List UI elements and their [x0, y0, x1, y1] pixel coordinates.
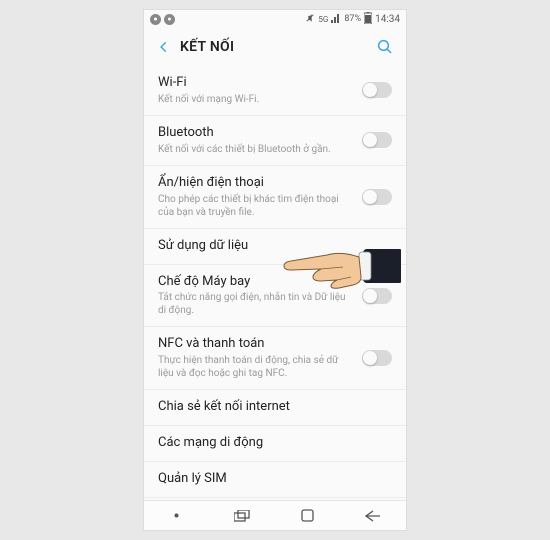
toggle-airplane-mode[interactable]: [362, 288, 392, 304]
data-icon: 5G: [318, 15, 328, 24]
search-button[interactable]: [374, 36, 396, 58]
row-subtitle: Tắt chức năng gọi điện, nhắn tin và Dữ l…: [158, 291, 356, 317]
nav-menu-button[interactable]: [157, 504, 197, 528]
row-wifi[interactable]: Wi-Fi Kết nối với mạng Wi-Fi.: [144, 66, 406, 116]
row-title: Ẩn/hiện điện thoại: [158, 175, 356, 192]
mute-icon: [305, 13, 315, 26]
signal-icon: [331, 13, 341, 26]
row-airplane-mode[interactable]: Chế độ Máy bay Tắt chức năng gọi điện, n…: [144, 265, 406, 328]
toggle-wifi[interactable]: [362, 82, 392, 98]
battery-text: 87%: [344, 14, 361, 24]
settings-list: Wi-Fi Kết nối với mạng Wi-Fi. Bluetooth …: [144, 66, 406, 500]
toggle-phone-visibility[interactable]: [362, 189, 392, 205]
notification-icon: ●: [150, 14, 161, 25]
row-nfc[interactable]: NFC và thanh toán Thực hiện thanh toán d…: [144, 327, 406, 390]
back-button[interactable]: [154, 37, 174, 57]
row-title: Chế độ Máy bay: [158, 274, 356, 291]
row-tethering[interactable]: Chia sẻ kết nối internet: [144, 390, 406, 426]
page-title: KẾT NỐI: [180, 39, 234, 55]
row-mobile-networks[interactable]: Các mạng di động: [144, 426, 406, 462]
nav-back-button[interactable]: [353, 504, 393, 528]
status-bar: ● ● 5G 87% 14:34: [144, 10, 406, 28]
row-sim-management[interactable]: Quản lý SIM: [144, 462, 406, 498]
row-phone-visibility[interactable]: Ẩn/hiện điện thoại Cho phép các thiết bị…: [144, 166, 406, 229]
row-bluetooth[interactable]: Bluetooth Kết nối với các thiết bị Bluet…: [144, 116, 406, 166]
row-title: NFC và thanh toán: [158, 336, 356, 353]
status-right: 5G 87% 14:34: [305, 12, 400, 27]
header: KẾT NỐI: [144, 28, 406, 66]
status-left: ● ●: [150, 14, 175, 25]
navigation-bar: [144, 500, 406, 530]
row-subtitle: Kết nối với các thiết bị Bluetooth ở gần…: [158, 143, 356, 156]
row-data-usage[interactable]: Sử dụng dữ liệu: [144, 229, 406, 265]
phone-screen: ● ● 5G 87% 14:34 KẾT NỐI: [144, 10, 406, 530]
row-subtitle: Thực hiện thanh toán di động, chia sẻ dữ…: [158, 354, 356, 380]
row-title: Bluetooth: [158, 125, 356, 142]
battery-icon: [364, 12, 372, 27]
row-title: Sử dụng dữ liệu: [158, 238, 386, 255]
notification-icon: ●: [164, 14, 175, 25]
row-subtitle: Cho phép các thiết bị khác tìm điện thoạ…: [158, 193, 356, 219]
row-subtitle: Kết nối với mạng Wi-Fi.: [158, 93, 356, 106]
row-title: Chia sẻ kết nối internet: [158, 399, 386, 416]
nav-home-button[interactable]: [288, 504, 328, 528]
row-title: Quản lý SIM: [158, 471, 386, 488]
toggle-nfc[interactable]: [362, 350, 392, 366]
toggle-bluetooth[interactable]: [362, 132, 392, 148]
row-title: Wi-Fi: [158, 75, 356, 92]
row-title: Các mạng di động: [158, 435, 386, 452]
nav-recents-button[interactable]: [222, 504, 262, 528]
clock: 14:34: [375, 14, 400, 25]
